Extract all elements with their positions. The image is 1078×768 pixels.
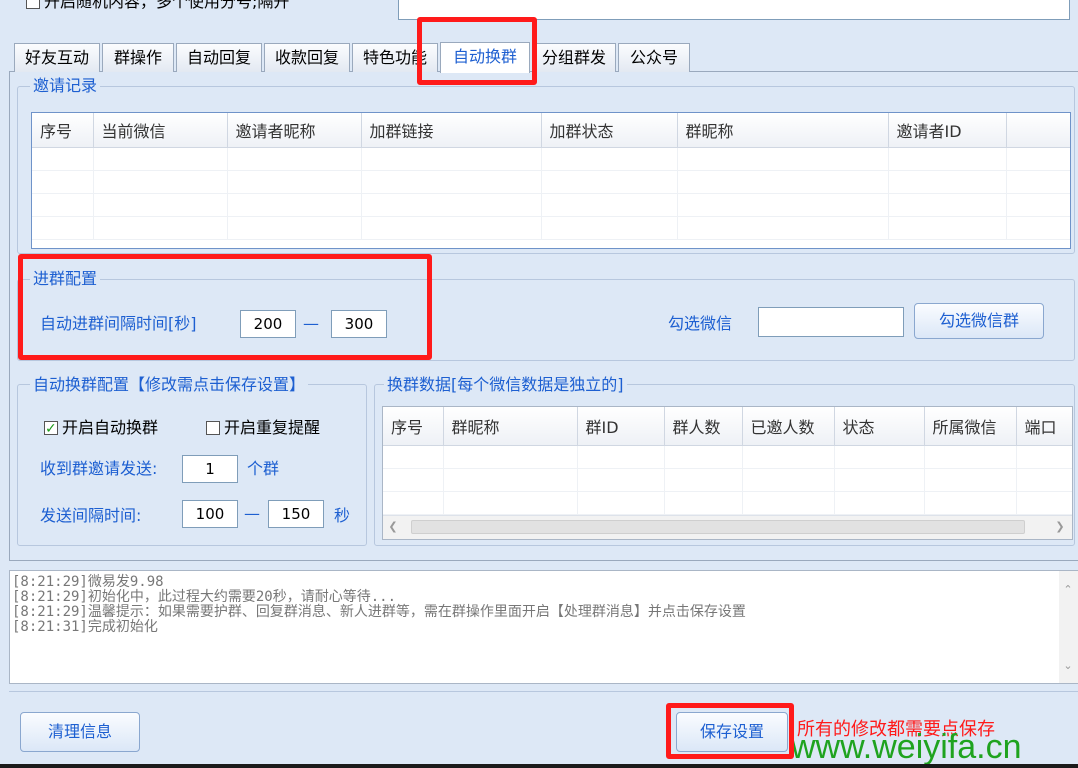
send-interval-min-input[interactable]: 100 (182, 500, 238, 528)
random-content-checkbox[interactable] (26, 0, 40, 9)
col-owner-wechat[interactable]: 所属微信 (924, 407, 1017, 446)
scroll-down-icon[interactable]: ⌄ (1061, 659, 1075, 672)
col-group-nickname[interactable]: 群昵称 (677, 113, 889, 148)
top-bar: 开启随机内容，多个使用分号;隔开 (0, 0, 1078, 22)
enable-auto-swap-option[interactable]: 开启自动换群 (44, 417, 159, 440)
swap-data-hscrollbar[interactable]: ❮ ❯ (383, 515, 1072, 539)
log-line: [8:21:31]完成初始化 (12, 619, 158, 635)
enable-repeat-remind-label: 开启重复提醒 (224, 418, 321, 437)
watermark: www.weiyifa.cn (791, 728, 1022, 766)
highlight-auto-swap-tab (417, 17, 537, 85)
enable-repeat-remind-checkbox[interactable] (206, 421, 220, 435)
table-row[interactable] (383, 491, 1072, 515)
table-row[interactable] (32, 170, 1070, 194)
enable-auto-swap-checkbox[interactable] (44, 418, 58, 440)
select-wechat-label: 勾选微信 (668, 314, 733, 333)
log-output[interactable]: [8:21:29]微易发9.98 [8:21:29]初始化中，此过程大约需要20秒… (9, 570, 1078, 684)
select-groups-button[interactable]: 勾选微信群 (914, 303, 1044, 339)
table-row[interactable] (383, 468, 1072, 492)
scroll-up-icon[interactable]: ⌃ (1061, 583, 1075, 596)
col-join-link[interactable]: 加群链接 (361, 113, 542, 148)
swap-data-header: 序号 群昵称 群ID 群人数 已邀人数 状态 所属微信 端口 (383, 407, 1072, 446)
col-member-count[interactable]: 群人数 (664, 407, 743, 446)
enable-auto-swap-label: 开启自动换群 (62, 418, 159, 437)
tab-friend-interaction[interactable]: 好友互动 (14, 43, 100, 72)
highlight-save-button (666, 703, 794, 759)
swap-data-title: 换群数据[每个微信数据是独立的] (384, 375, 627, 395)
table-row[interactable] (32, 193, 1070, 217)
col-group-id[interactable]: 群ID (577, 407, 665, 446)
tab-group-operation[interactable]: 群操作 (102, 43, 174, 72)
select-wechat-input[interactable] (758, 307, 904, 337)
tab-official-account[interactable]: 公众号 (618, 43, 690, 72)
send-interval-unit: 秒 (334, 506, 351, 525)
col-port[interactable]: 端口 (1016, 407, 1072, 446)
send-interval-max-input[interactable]: 150 (268, 500, 324, 528)
bottom-edge (0, 764, 1078, 768)
col-index[interactable]: 序号 (32, 113, 94, 148)
send-interval-dash: — (244, 504, 260, 523)
col-group-nickname[interactable]: 群昵称 (443, 407, 578, 446)
scroll-left-icon[interactable]: ❮ (386, 520, 400, 533)
random-content-option[interactable]: 开启随机内容，多个使用分号;隔开 (26, 0, 289, 16)
table-row[interactable] (383, 445, 1072, 469)
scroll-thumb[interactable] (411, 520, 1025, 534)
scroll-right-icon[interactable]: ❯ (1053, 520, 1067, 533)
receive-invite-input[interactable]: 1 (182, 455, 238, 483)
col-inviter-nickname[interactable]: 邀请者昵称 (227, 113, 362, 148)
log-vscrollbar[interactable]: ⌃ ⌄ (1059, 571, 1078, 683)
log-line: [8:21:29]微易发9.98 (12, 574, 164, 590)
col-current-wechat[interactable]: 当前微信 (93, 113, 228, 148)
invite-records-title: 邀请记录 (30, 76, 101, 96)
invite-records-table[interactable]: 序号 当前微信 邀请者昵称 加群链接 加群状态 群昵称 邀请者ID (31, 112, 1071, 249)
table-row[interactable] (32, 216, 1070, 240)
log-line: [8:21:29]初始化中，此过程大约需要20秒，请耐心等待... (12, 589, 397, 605)
swap-data-table[interactable]: 序号 群昵称 群ID 群人数 已邀人数 状态 所属微信 端口 ❮ ❯ (382, 406, 1073, 540)
invite-records-header: 序号 当前微信 邀请者昵称 加群链接 加群状态 群昵称 邀请者ID (32, 113, 1070, 148)
tab-auto-reply[interactable]: 自动回复 (176, 43, 262, 72)
receive-invite-unit: 个群 (247, 459, 280, 478)
log-line: [8:21:29]温馨提示：如果需要护群、回复群消息、新人进群等，需在群操作里面… (12, 604, 746, 620)
clear-info-button[interactable]: 清理信息 (20, 712, 140, 752)
send-interval-label: 发送间隔时间: (40, 506, 142, 525)
col-join-status[interactable]: 加群状态 (541, 113, 678, 148)
col-status[interactable]: 状态 (834, 407, 925, 446)
tab-group-broadcast[interactable]: 分组群发 (532, 43, 616, 72)
highlight-join-config (18, 254, 432, 360)
receive-invite-label: 收到群邀请发送: (40, 459, 158, 478)
enable-repeat-remind-option[interactable]: 开启重复提醒 (206, 417, 320, 439)
col-filler (1006, 113, 1070, 148)
col-inviter-id[interactable]: 邀请者ID (888, 113, 1007, 148)
tab-payment-reply[interactable]: 收款回复 (264, 43, 350, 72)
random-content-label: 开启随机内容，多个使用分号;隔开 (44, 0, 290, 11)
col-index[interactable]: 序号 (383, 407, 444, 446)
table-row[interactable] (32, 147, 1070, 171)
auto-swap-config-title: 自动换群配置【修改需点击保存设置】 (30, 375, 309, 395)
col-invited-count[interactable]: 已邀人数 (742, 407, 835, 446)
bottom-divider (9, 691, 1078, 692)
